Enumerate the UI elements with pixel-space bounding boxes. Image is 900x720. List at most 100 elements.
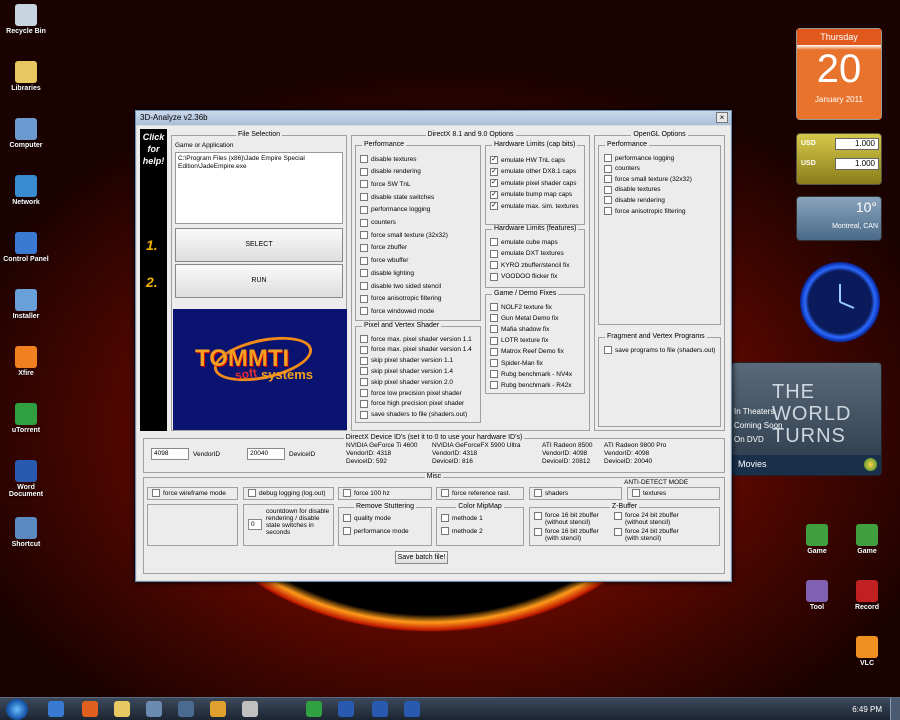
checkbox-box[interactable] [614,512,622,520]
misc-checkbox-debug-logging-log-out[interactable]: debug logging (log.out) [248,489,326,497]
checkbox-box[interactable] [441,527,449,535]
checkbox-box[interactable] [152,489,160,497]
checkbox-box[interactable] [360,345,368,354]
checkbox-box[interactable] [360,410,368,419]
currency-code-2[interactable]: USD [801,160,816,167]
ogl-checkbox-force-small-texture-32x32[interactable]: force small texture (32x32) [604,175,692,184]
desktop-icon-tool-3[interactable]: Tool [792,580,842,611]
taskbar-cd-icon[interactable] [178,701,194,717]
checkbox-box[interactable] [343,527,351,535]
movies-footer[interactable]: Movies [738,459,767,469]
feature-checkbox-kyro-zbuffer-stencil-fix[interactable]: KYRO zbuffer/stencil fix [490,261,570,270]
dx-checkbox-force-sw-tnl[interactable]: force SW TnL [360,180,411,189]
checkbox-box[interactable] [604,346,612,354]
shader-checkbox-skip-pixel-shader-version-1-1[interactable]: skip pixel shader version 1.1 [360,356,453,365]
ogl-checkbox-disable-textures[interactable]: disable textures [604,185,661,194]
currency-value-2[interactable]: 1.000 [835,158,879,170]
checkbox-box[interactable] [534,512,542,520]
currency-code-1[interactable]: USD [801,140,816,147]
checkbox-box[interactable]: ✓ [490,202,498,211]
checkbox-box[interactable] [490,249,498,258]
checkbox-box[interactable] [441,489,449,497]
close-button[interactable]: × [716,112,728,123]
checkbox-box[interactable] [360,307,368,316]
checkbox-box[interactable] [614,528,622,536]
zbuffer-checkbox-1[interactable]: force 16 bit zbuffer (without stencil) [534,512,614,526]
taskbar-analyze-icon[interactable] [372,701,388,717]
desktop-icon-libraries[interactable]: Libraries [0,61,52,92]
checkbox-box[interactable] [490,381,498,390]
checkbox-box[interactable] [360,399,368,408]
checkbox-box[interactable] [360,282,368,290]
checkbox-box[interactable] [360,378,368,387]
feature-checkbox-emulate-dxt-textures[interactable]: emulate DXT textures [490,249,564,258]
feature-checkbox-voodoo-flicker-fix[interactable]: VOODOO flicker fix [490,272,557,281]
movies-line-3[interactable]: On DVD [734,435,764,444]
select-button[interactable]: SELECT [175,228,343,262]
checkbox-box[interactable]: ✓ [490,156,498,164]
dx-checkbox-force-anisotropic-filtering[interactable]: force anisotropic filtering [360,294,441,303]
stutter-checkbox-quality-mode[interactable]: quality mode [343,514,391,522]
dx-checkbox-disable-textures[interactable]: disable textures [360,155,417,163]
title-bar[interactable]: 3D-Analyze v2.36b × [136,111,731,125]
desktop-icon-computer[interactable]: Computer [0,118,52,149]
save-batch-button[interactable]: Save batch file! [395,551,448,564]
checkbox-box[interactable] [534,489,542,497]
checkbox-box[interactable] [360,193,368,202]
checkbox-box[interactable] [360,231,368,240]
checkbox-box[interactable] [490,347,498,356]
checkbox-box[interactable] [632,489,640,497]
checkbox-box[interactable] [604,154,612,162]
fix-checkbox-lotr-texture-fix[interactable]: LOTR texture fix [490,336,548,345]
desktop-icon-network[interactable]: Network [0,175,52,206]
zbuffer-checkbox-4[interactable]: force 24 bit zbuffer (with stencil) [614,528,694,542]
vendor-id-input[interactable]: 4098 [151,448,189,460]
checkbox-box[interactable] [490,272,498,281]
fix-checkbox-rubg-benchmark-nv4x[interactable]: Rubg benchmark - NV4x [490,370,572,379]
checkbox-box[interactable] [604,207,612,215]
taskbar-ie-icon[interactable] [48,701,64,717]
desktop-icon-record-4[interactable]: Record [842,580,892,611]
checkbox-box[interactable] [490,370,498,379]
fix-checkbox-spider-man-fix[interactable]: Spider-Man fix [490,359,543,367]
desktop-icon-shortcut[interactable]: Shortcut [0,517,52,548]
weather-gadget[interactable]: 10° Montreal, CAN [796,196,882,241]
checkbox-box[interactable]: ✓ [490,167,498,176]
mipmap-checkbox-methode-1[interactable]: methode 1 [441,514,483,522]
zbuffer-checkbox-2[interactable]: force 24 bit zbuffer (without stencil) [614,512,694,526]
fix-checkbox-mafia-shadow-fix[interactable]: Mafia shadow fix [490,325,549,334]
taskbar-firefox-icon[interactable] [82,701,98,717]
taskbar-window-icon[interactable] [338,701,354,717]
zbuffer-checkbox-3[interactable]: force 16 bit zbuffer (with stencil) [534,528,614,542]
checkbox-box[interactable] [360,180,368,189]
checkbox-box[interactable] [360,389,368,397]
misc-checkbox-force-100-hz[interactable]: force 100 hz [343,489,390,497]
shader-checkbox-skip-pixel-shader-version-2-0[interactable]: skip pixel shader version 2.0 [360,378,453,387]
checkbox-box[interactable] [441,514,449,522]
shader-checkbox-force-max-pixel-shader-version-1-1[interactable]: force max. pixel shader version 1.1 [360,335,472,343]
stutter-checkbox-performance-mode[interactable]: performance mode [343,527,409,535]
fv-checkbox-save-programs-to-file-shaders-out[interactable]: save programs to file (shaders.out) [604,346,715,354]
dx-checkbox-disable-two-sided-stencil[interactable]: disable two sided stencil [360,282,441,290]
movies-line-1[interactable]: In Theaters [734,407,774,416]
desktop-icon-word-document[interactable]: Word Document [0,460,52,498]
caps-checkbox-emulate-bump-map-caps[interactable]: ✓ emulate bump map caps [490,190,572,199]
fix-checkbox-matrox-reef-demo-fix[interactable]: Matrox Reef Demo fix [490,347,564,356]
game-path-field[interactable]: C:\Program Files (x86)\Jade Empire Speci… [175,152,343,224]
checkbox-box[interactable] [490,238,498,246]
taskbar-word-icon[interactable] [404,701,420,717]
checkbox-box[interactable] [490,314,498,323]
ogl-checkbox-force-anisotropic-filtering[interactable]: force anisotropic filtering [604,207,685,215]
dx-checkbox-force-wbuffer[interactable]: force wbuffer [360,256,408,265]
start-button[interactable] [6,699,28,720]
device-id-input[interactable]: 20040 [247,448,285,460]
ogl-checkbox-performance-logging[interactable]: performance logging [604,154,674,162]
checkbox-box[interactable]: ✓ [490,190,498,199]
checkbox-box[interactable] [490,303,498,311]
currency-gadget[interactable]: USD 1.000 USD 1.000 [796,133,882,185]
checkbox-box[interactable] [360,269,368,278]
desktop-icon-game-2[interactable]: Game [842,524,892,555]
taskbar-disc-icon[interactable] [242,701,258,717]
caps-checkbox-emulate-pixel-shader-caps[interactable]: ✓ emulate pixel shader caps [490,179,577,188]
dx-checkbox-force-small-texture-32x32[interactable]: force small texture (32x32) [360,231,448,240]
